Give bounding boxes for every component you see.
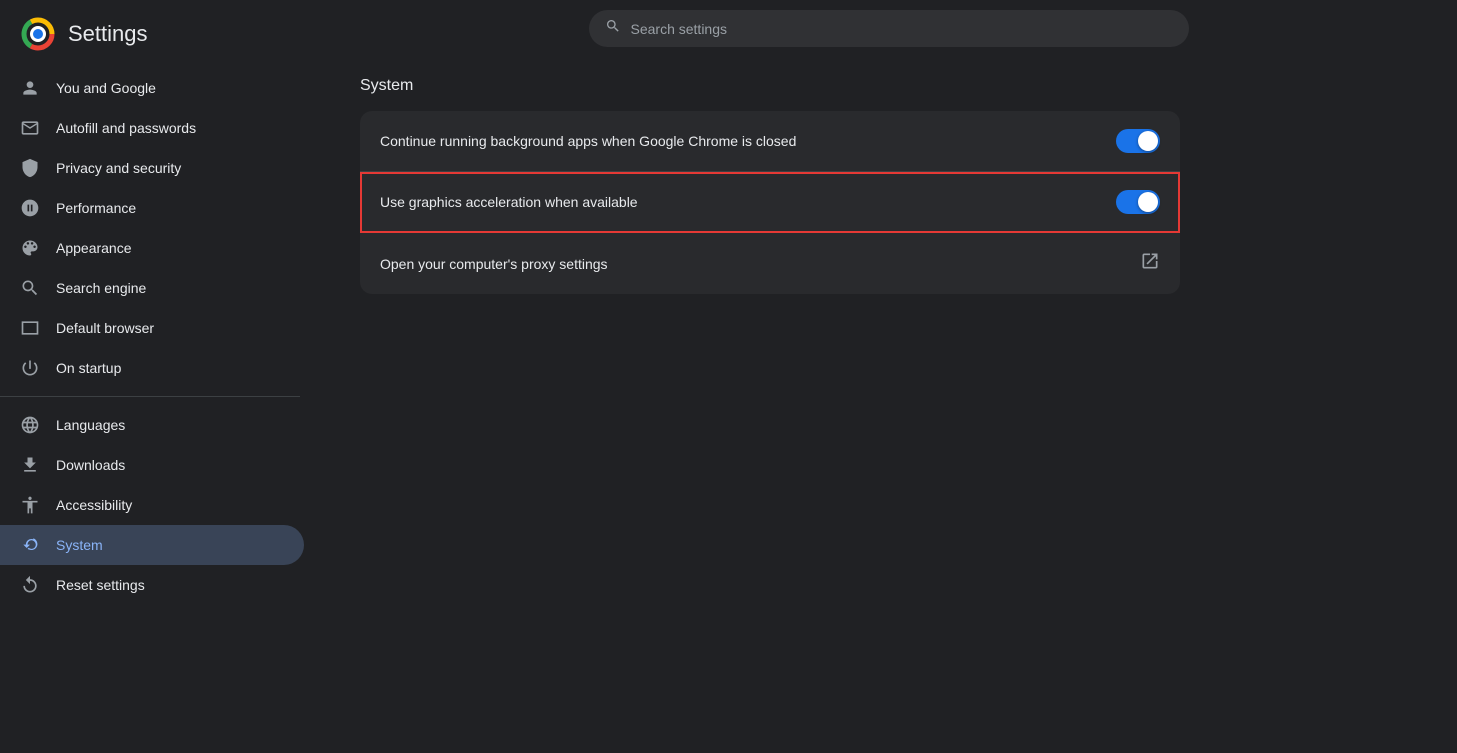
- search-icon: [20, 278, 40, 298]
- sidebar-item-reset[interactable]: Reset settings: [0, 565, 304, 605]
- sidebar-item-performance[interactable]: Performance: [0, 188, 304, 228]
- sidebar-item-privacy[interactable]: Privacy and security: [0, 148, 304, 188]
- sidebar-label-you-and-google: You and Google: [56, 80, 156, 96]
- sidebar-item-search-engine[interactable]: Search engine: [0, 268, 304, 308]
- gpu-acceleration-toggle[interactable]: [1116, 190, 1160, 214]
- sidebar-label-search-engine: Search engine: [56, 280, 146, 296]
- main-content: System Continue running background apps …: [320, 0, 1457, 753]
- settings-card: Continue running background apps when Go…: [360, 111, 1180, 294]
- globe-icon: [20, 415, 40, 435]
- background-apps-label: Continue running background apps when Go…: [380, 133, 796, 149]
- sidebar-item-autofill[interactable]: Autofill and passwords: [0, 108, 304, 148]
- sidebar-label-autofill: Autofill and passwords: [56, 120, 196, 136]
- sidebar-item-languages[interactable]: Languages: [0, 405, 304, 445]
- sidebar-label-reset: Reset settings: [56, 577, 145, 593]
- download-icon: [20, 455, 40, 475]
- setting-proxy[interactable]: Open your computer's proxy settings: [360, 233, 1180, 294]
- reset-icon: [20, 575, 40, 595]
- sidebar-label-languages: Languages: [56, 417, 125, 433]
- sidebar-label-privacy: Privacy and security: [56, 160, 181, 176]
- sidebar-label-accessibility: Accessibility: [56, 497, 132, 513]
- settings-title: Settings: [68, 21, 148, 47]
- setting-background-apps: Continue running background apps when Go…: [360, 111, 1180, 172]
- default-browser-icon: [20, 318, 40, 338]
- background-apps-toggle[interactable]: [1116, 129, 1160, 153]
- nav-divider: [0, 396, 300, 397]
- sidebar-label-default-browser: Default browser: [56, 320, 154, 336]
- search-input[interactable]: [631, 21, 1173, 37]
- sidebar-label-appearance: Appearance: [56, 240, 132, 256]
- sidebar-item-system[interactable]: System: [0, 525, 304, 565]
- search-icon: [605, 18, 621, 39]
- search-bar[interactable]: [589, 10, 1189, 47]
- sidebar-item-accessibility[interactable]: Accessibility: [0, 485, 304, 525]
- proxy-label: Open your computer's proxy settings: [380, 256, 608, 272]
- build-icon: [20, 535, 40, 555]
- accessibility-icon: [20, 495, 40, 515]
- badge-icon: [20, 118, 40, 138]
- sidebar-label-on-startup: On startup: [56, 360, 121, 376]
- sidebar-item-default-browser[interactable]: Default browser: [0, 308, 304, 348]
- sidebar-label-system: System: [56, 537, 103, 553]
- sidebar-header: Settings: [0, 0, 320, 68]
- sidebar-item-on-startup[interactable]: On startup: [0, 348, 304, 388]
- palette-icon: [20, 238, 40, 258]
- settings-content: System Continue running background apps …: [320, 57, 1220, 330]
- sidebar-label-performance: Performance: [56, 200, 136, 216]
- sidebar-item-you-and-google[interactable]: You and Google: [0, 68, 304, 108]
- person-icon: [20, 78, 40, 98]
- power-icon: [20, 358, 40, 378]
- sidebar: Settings You and Google Autofill and pas…: [0, 0, 320, 753]
- external-link-icon: [1140, 251, 1160, 276]
- gpu-acceleration-label: Use graphics acceleration when available: [380, 194, 638, 210]
- shield-icon: [20, 158, 40, 178]
- setting-gpu-acceleration: Use graphics acceleration when available: [360, 172, 1180, 233]
- chrome-logo-icon: [20, 16, 56, 52]
- top-bar: [320, 0, 1457, 57]
- section-title: System: [360, 77, 1180, 95]
- sidebar-item-appearance[interactable]: Appearance: [0, 228, 304, 268]
- sidebar-label-downloads: Downloads: [56, 457, 125, 473]
- performance-icon: [20, 198, 40, 218]
- sidebar-item-downloads[interactable]: Downloads: [0, 445, 304, 485]
